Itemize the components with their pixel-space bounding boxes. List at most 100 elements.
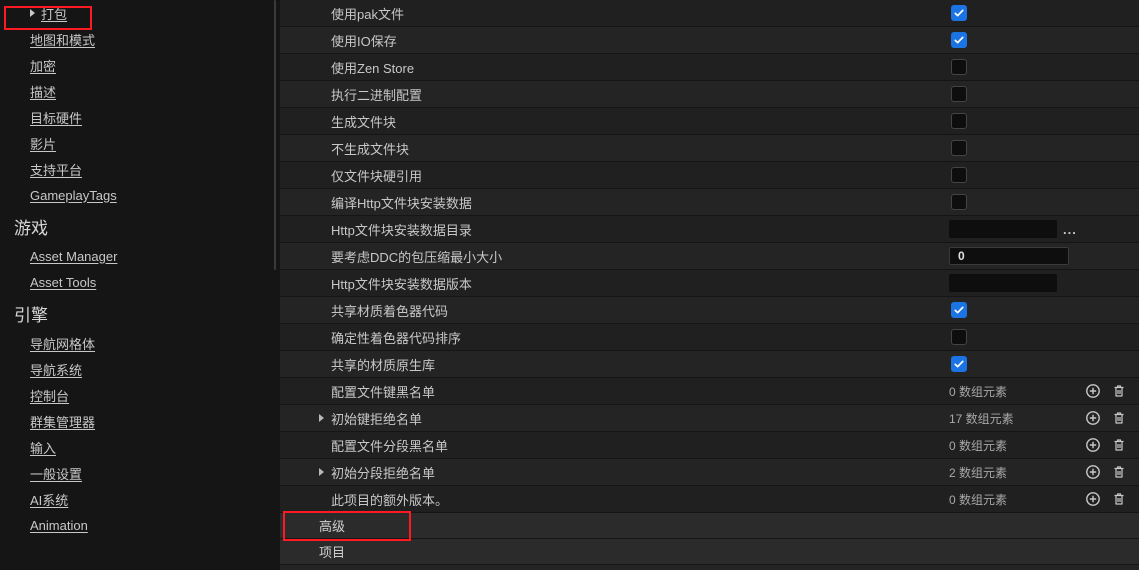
sidebar-item-label: Animation bbox=[30, 518, 88, 533]
section-header[interactable]: 项目 bbox=[280, 539, 1139, 565]
checkbox[interactable] bbox=[951, 86, 967, 102]
settings-row-control: 2 数组元素 bbox=[949, 464, 1127, 481]
checkbox[interactable] bbox=[951, 329, 967, 345]
sidebar-item-label: Asset Manager bbox=[30, 249, 117, 264]
sidebar-item[interactable]: 导航系统 bbox=[0, 356, 280, 382]
expand-arrow-icon[interactable] bbox=[315, 414, 327, 422]
settings-row: 共享材质着色器代码 bbox=[280, 297, 1139, 324]
clear-array-icon[interactable] bbox=[1111, 491, 1127, 507]
checkbox[interactable] bbox=[951, 113, 967, 129]
sidebar-item-label: 输入 bbox=[30, 438, 56, 457]
sidebar-item-label: AI系统 bbox=[30, 490, 68, 509]
settings-row-label: 配置文件分段黑名单 bbox=[331, 436, 448, 455]
add-element-icon[interactable] bbox=[1085, 437, 1101, 453]
array-count-label: 0 数组元素 bbox=[949, 437, 1059, 454]
sidebar-item-label: 地图和模式 bbox=[30, 30, 95, 49]
settings-row-control bbox=[949, 86, 1127, 102]
settings-row-label: 使用pak文件 bbox=[331, 4, 404, 23]
settings-row-control bbox=[949, 274, 1127, 292]
settings-row: 配置文件分段黑名单 0 数组元素 bbox=[280, 432, 1139, 459]
settings-row-label: 编译Http文件块安装数据 bbox=[331, 193, 472, 212]
expand-arrow-icon bbox=[30, 9, 35, 17]
settings-row-control bbox=[949, 5, 1127, 21]
settings-row-control: 17 数组元素 bbox=[949, 410, 1127, 427]
array-count-label: 0 数组元素 bbox=[949, 491, 1059, 508]
sidebar-item[interactable]: AI系统 bbox=[0, 486, 280, 512]
add-element-icon[interactable] bbox=[1085, 383, 1101, 399]
sidebar-category: 引擎 bbox=[0, 295, 280, 330]
settings-row-label: 生成文件块 bbox=[331, 112, 396, 131]
sidebar-item-label: 描述 bbox=[30, 82, 56, 101]
sidebar-item-label: 目标硬件 bbox=[30, 108, 82, 127]
settings-row: 使用pak文件 bbox=[280, 0, 1139, 27]
settings-row-label: 共享材质着色器代码 bbox=[331, 301, 448, 320]
sidebar-item[interactable]: 一般设置 bbox=[0, 460, 280, 486]
settings-row-label: 共享的材质原生库 bbox=[331, 355, 435, 374]
settings-row: 要考虑DDC的包压缩最小大小0 bbox=[280, 243, 1139, 270]
checkbox[interactable] bbox=[951, 32, 967, 48]
browse-button[interactable]: ... bbox=[1063, 222, 1077, 237]
settings-row-label: 初始键拒绝名单 bbox=[331, 409, 422, 428]
section-header-label: 项目 bbox=[319, 542, 345, 561]
settings-row: Http文件块安装数据目录... bbox=[280, 216, 1139, 243]
sidebar-item[interactable]: 加密 bbox=[0, 52, 280, 78]
clear-array-icon[interactable] bbox=[1111, 437, 1127, 453]
settings-row: 生成文件块 bbox=[280, 108, 1139, 135]
sidebar-item[interactable]: GameplayTags bbox=[0, 182, 280, 208]
sidebar-item[interactable]: 控制台 bbox=[0, 382, 280, 408]
sidebar-item[interactable]: 输入 bbox=[0, 434, 280, 460]
add-element-icon[interactable] bbox=[1085, 464, 1101, 480]
sidebar-item[interactable]: 地图和模式 bbox=[0, 26, 280, 52]
sidebar-item[interactable]: 支持平台 bbox=[0, 156, 280, 182]
clear-array-icon[interactable] bbox=[1111, 464, 1127, 480]
sidebar-item[interactable]: Asset Tools bbox=[0, 269, 280, 295]
settings-row-control: 0 数组元素 bbox=[949, 491, 1127, 508]
sidebar-item-label: 一般设置 bbox=[30, 464, 82, 483]
clear-array-icon[interactable] bbox=[1111, 383, 1127, 399]
checkbox[interactable] bbox=[951, 194, 967, 210]
sidebar-item[interactable]: 描述 bbox=[0, 78, 280, 104]
settings-row: 配置文件键黑名单0 数组元素 bbox=[280, 378, 1139, 405]
checkbox[interactable] bbox=[951, 356, 967, 372]
add-element-icon[interactable] bbox=[1085, 410, 1101, 426]
sidebar-item[interactable]: 影片 bbox=[0, 130, 280, 156]
settings-row-label: 使用Zen Store bbox=[331, 58, 414, 77]
section-header[interactable]: 高级 bbox=[280, 513, 1139, 539]
settings-row-label: 不生成文件块 bbox=[331, 139, 409, 158]
sidebar-item[interactable]: 打包 bbox=[0, 0, 280, 26]
sidebar-item[interactable]: 目标硬件 bbox=[0, 104, 280, 130]
text-input[interactable] bbox=[949, 220, 1057, 238]
checkbox[interactable] bbox=[951, 5, 967, 21]
settings-row: 此项目的额外版本。 0 数组元素 bbox=[280, 486, 1139, 513]
settings-row-label: 此项目的额外版本。 bbox=[331, 490, 448, 509]
settings-row: 编译Http文件块安装数据 bbox=[280, 189, 1139, 216]
expand-arrow-icon[interactable] bbox=[315, 468, 327, 476]
sidebar-item[interactable]: Animation bbox=[0, 512, 280, 538]
sidebar: 打包地图和模式加密描述目标硬件影片支持平台GameplayTags游戏Asset… bbox=[0, 0, 280, 570]
add-element-icon[interactable] bbox=[1085, 491, 1101, 507]
settings-row: 使用Zen Store bbox=[280, 54, 1139, 81]
settings-row: Http文件块安装数据版本 bbox=[280, 270, 1139, 297]
settings-panel: 使用pak文件使用IO保存使用Zen Store 执行二进制配置生成文件块不生成文… bbox=[280, 0, 1139, 570]
checkbox[interactable] bbox=[951, 302, 967, 318]
clear-array-icon[interactable] bbox=[1111, 410, 1127, 426]
sidebar-item-label: 导航网格体 bbox=[30, 334, 95, 353]
settings-row-label: 执行二进制配置 bbox=[331, 85, 422, 104]
sidebar-item-label: 导航系统 bbox=[30, 360, 82, 379]
number-input[interactable]: 0 bbox=[949, 247, 1069, 265]
sidebar-item[interactable]: 导航网格体 bbox=[0, 330, 280, 356]
settings-row-label: Http文件块安装数据版本 bbox=[331, 274, 472, 293]
settings-row-label: 使用IO保存 bbox=[331, 31, 397, 50]
checkbox[interactable] bbox=[951, 59, 967, 75]
settings-row-label: Http文件块安装数据目录 bbox=[331, 220, 472, 239]
text-input[interactable] bbox=[949, 274, 1057, 292]
sidebar-item-label: 控制台 bbox=[30, 386, 69, 405]
settings-row-control bbox=[949, 32, 1127, 48]
checkbox[interactable] bbox=[951, 140, 967, 156]
settings-row-control bbox=[949, 59, 1127, 75]
sidebar-item-label: 加密 bbox=[30, 56, 56, 75]
sidebar-item[interactable]: Asset Manager bbox=[0, 243, 280, 269]
sidebar-scrollbar-thumb[interactable] bbox=[274, 0, 276, 270]
sidebar-item[interactable]: 群集管理器 bbox=[0, 408, 280, 434]
checkbox[interactable] bbox=[951, 167, 967, 183]
